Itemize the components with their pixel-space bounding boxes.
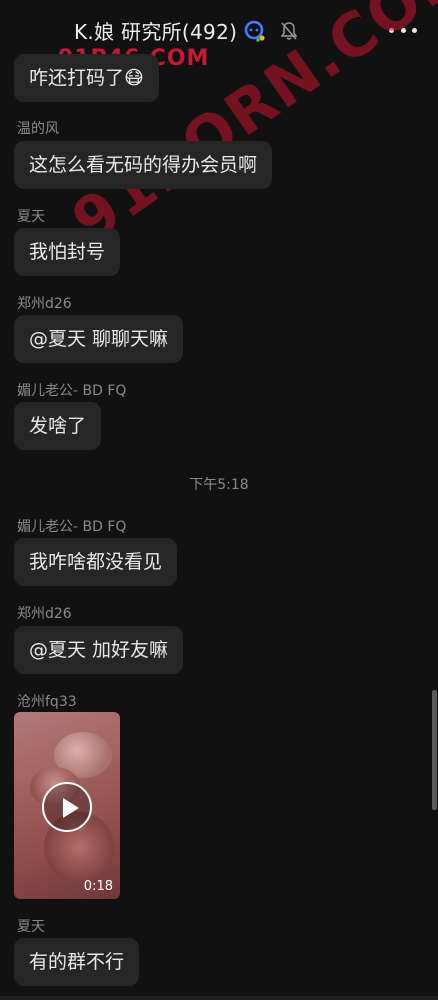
input-bar-edge xyxy=(0,996,438,1000)
message-bubble[interactable]: 我怕封号 xyxy=(14,228,121,276)
qq-group-badge-icon xyxy=(243,19,267,43)
message-bubble[interactable]: @夏天 加好友嘛 xyxy=(14,626,184,674)
sender-name[interactable]: 郑州d26 xyxy=(17,603,72,623)
message-bubble[interactable]: 发啥了 xyxy=(14,402,102,450)
video-duration: 0:18 xyxy=(83,879,113,894)
sender-name[interactable]: 沧州fq33 xyxy=(17,691,77,711)
sender-name[interactable]: 媚儿老公- BD FQ xyxy=(17,516,126,536)
play-icon[interactable] xyxy=(42,782,92,832)
message-bubble[interactable]: 我咋啥都没看见 xyxy=(14,538,178,586)
scrollbar[interactable] xyxy=(432,690,437,810)
chat-title-group[interactable]: K.娘 研究所(492) xyxy=(74,16,267,45)
sender-name[interactable]: 夏天 xyxy=(17,916,45,936)
chat-title: K.娘 研究所(492) xyxy=(74,20,238,44)
message-bubble[interactable]: 这怎么看无码的得办会员啊 xyxy=(14,141,273,189)
video-message[interactable]: 0:18 xyxy=(14,712,120,899)
time-divider: 下午5:18 xyxy=(189,477,249,493)
message-bubble[interactable]: @夏天 聊聊天嘛 xyxy=(14,315,184,363)
message-bubble[interactable]: 有的群不行 xyxy=(14,938,140,986)
sender-name[interactable]: 夏天 xyxy=(17,206,45,226)
sender-name[interactable]: 郑州d26 xyxy=(17,293,72,313)
message-bubble[interactable]: 咋还打码了😷 xyxy=(14,54,159,102)
sender-name[interactable]: 温的风 xyxy=(17,118,59,138)
sender-name[interactable]: 媚儿老公- BD FQ xyxy=(17,380,126,400)
